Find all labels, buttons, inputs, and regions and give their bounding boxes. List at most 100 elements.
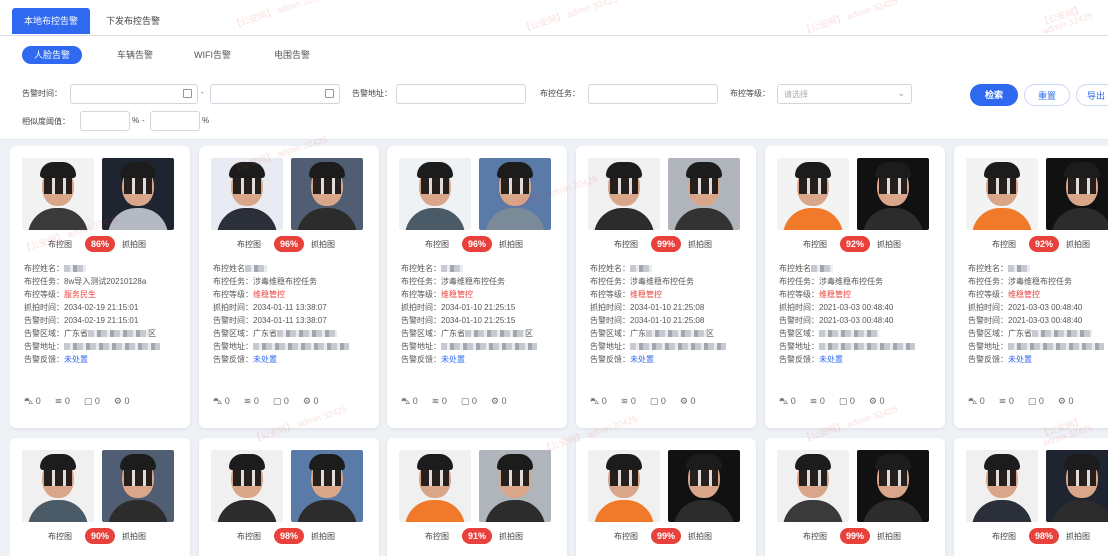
target-photo[interactable] — [777, 450, 849, 522]
target-photo[interactable] — [211, 450, 283, 522]
wifi-icon[interactable]: ≋ 0 — [999, 396, 1014, 407]
alarm-card[interactable]: 布控图 92% 抓拍图 布控姓名： 布控任务：涉毒维稳布控任务 布控等级：维稳管控 抓拍时间… — [954, 146, 1108, 428]
level-select[interactable]: 请选择 ⌄ — [777, 84, 912, 104]
alarm-card[interactable]: 布控图 99% 抓拍图 — [576, 438, 756, 556]
gear-icon[interactable]: ⚙ 0 — [491, 396, 507, 407]
capture-photo-label: 抓拍图 — [311, 532, 335, 541]
feedback-value: 未处置 — [253, 355, 277, 364]
capture-photo[interactable] — [668, 450, 740, 522]
task-input[interactable] — [588, 84, 718, 104]
region-suffix: 区 — [525, 329, 533, 338]
alarm-card[interactable]: 布控图 91% 抓拍图 — [387, 438, 567, 556]
gear-icon[interactable]: ⚙ 0 — [1058, 396, 1074, 407]
target-photo-label: 布控图 — [48, 240, 72, 249]
phone-icon[interactable]: ▢ 0 — [461, 396, 477, 407]
info-line: 告警地址： — [24, 340, 184, 353]
target-photo[interactable] — [966, 158, 1038, 230]
redacted-text — [245, 265, 267, 273]
feedback-value: 未处置 — [441, 355, 465, 364]
capture-photo[interactable] — [291, 450, 363, 522]
wifi-icon[interactable]: ≋ 0 — [432, 396, 447, 407]
wifi-icon[interactable]: ≋ 0 — [244, 396, 259, 407]
gear-icon[interactable]: ⚙ 0 — [869, 396, 885, 407]
target-photo[interactable] — [211, 158, 283, 230]
tab-issued-alarm[interactable]: 下发布控告警 — [94, 8, 172, 34]
reset-button[interactable]: 重置 — [1024, 84, 1070, 106]
count-value: 0 — [64, 396, 70, 406]
count-value: 0 — [790, 396, 796, 406]
search-button[interactable]: 检索 — [970, 84, 1018, 106]
car-icon[interactable]: ⛍ 0 — [401, 396, 418, 408]
tab-wifi-alarm[interactable]: WIFI告警 — [182, 46, 243, 64]
alarm-card[interactable]: 布控图 86% 抓拍图 布控姓名： 布控任务：8w导入测试20210128a 布控等级：服… — [10, 146, 190, 428]
alarm-card[interactable]: 布控图 98% 抓拍图 — [199, 438, 379, 556]
gear-icon[interactable]: ⚙ 0 — [680, 396, 696, 407]
capture-photo[interactable] — [291, 158, 363, 230]
alarm-end-date-input[interactable] — [210, 84, 340, 104]
target-photo[interactable] — [777, 158, 849, 230]
info-line: 布控任务：涉毒维稳布控任务 — [779, 275, 939, 288]
info-line: 告警地址： — [968, 340, 1108, 353]
alarm-card[interactable]: 布控图 96% 抓拍图 布控姓名 布控任务：涉毒维稳布控任务 布控等级：维稳管控 抓拍时间：… — [199, 146, 379, 428]
capture-photo[interactable] — [668, 158, 740, 230]
info-line: 布控等级：服务民生 — [24, 288, 184, 301]
capture-photo[interactable] — [1046, 450, 1108, 522]
task-value: 涉毒维稳布控任务 — [253, 277, 317, 286]
tab-fence-alarm[interactable]: 电围告警 — [262, 46, 322, 64]
capture-photo[interactable] — [1046, 158, 1108, 230]
alarm-start-date-input[interactable] — [70, 84, 198, 104]
info-line: 抓拍时间：2034-01-10 21:25:08 — [590, 301, 750, 314]
info-line: 告警地址： — [590, 340, 750, 353]
target-photo[interactable] — [588, 450, 660, 522]
alarm-card[interactable]: 布控图 92% 抓拍图 布控姓名 布控任务：涉毒维稳布控任务 布控等级：维稳管控 抓拍时间：… — [765, 146, 945, 428]
info-line: 告警反馈：未处置 — [401, 353, 561, 366]
phone-icon[interactable]: ▢ 0 — [273, 396, 289, 407]
target-photo[interactable] — [22, 450, 94, 522]
phone-icon[interactable]: ▢ 0 — [84, 396, 100, 407]
capture-photo[interactable] — [102, 450, 174, 522]
alarm-card[interactable]: 布控图 98% 抓拍图 — [954, 438, 1108, 556]
alarm-card[interactable]: 布控图 99% 抓拍图 — [765, 438, 945, 556]
phone-icon[interactable]: ▢ 0 — [650, 396, 666, 407]
info-line: 抓拍时间：2021-03-03 00:48:40 — [968, 301, 1108, 314]
car-icon[interactable]: ⛍ 0 — [213, 396, 230, 408]
address-label: 告警地址： — [213, 342, 253, 351]
alarm-address-input[interactable] — [396, 84, 526, 104]
similarity-min-input[interactable] — [80, 111, 130, 131]
calendar-icon — [183, 89, 192, 98]
tab-face-alarm[interactable]: 人脸告警 — [22, 46, 83, 64]
level-value: 服务民生 — [64, 290, 96, 299]
phone-icon[interactable]: ▢ 0 — [839, 396, 855, 407]
alarm-card[interactable]: 布控图 99% 抓拍图 布控姓名： 布控任务：涉毒维稳布控任务 布控等级：维稳管控 抓拍时间… — [576, 146, 756, 428]
capture-photo[interactable] — [479, 158, 551, 230]
target-photo[interactable] — [588, 158, 660, 230]
gear-icon[interactable]: ⚙ 0 — [303, 396, 319, 407]
car-icon[interactable]: ⛍ 0 — [590, 396, 607, 408]
info-line: 告警区域：广东省 — [213, 327, 373, 340]
car-icon[interactable]: ⛍ 0 — [968, 396, 985, 408]
export-button[interactable]: 导出 — [1076, 84, 1108, 106]
target-photo[interactable] — [966, 450, 1038, 522]
wifi-icon[interactable]: ≋ 0 — [810, 396, 825, 407]
wifi-icon[interactable]: ≋ 0 — [621, 396, 636, 407]
similarity-max-input[interactable] — [150, 111, 200, 131]
action-counts: ⛍ 0 ≋ 0 ▢ 0 ⚙ 0 — [779, 396, 939, 410]
car-icon[interactable]: ⛍ 0 — [24, 396, 41, 408]
capture-photo[interactable] — [102, 158, 174, 230]
tab-vehicle-alarm[interactable]: 车辆告警 — [105, 46, 165, 64]
capture-photo[interactable] — [479, 450, 551, 522]
target-photo[interactable] — [399, 450, 471, 522]
info-line: 告警反馈：未处置 — [779, 353, 939, 366]
target-photo[interactable] — [399, 158, 471, 230]
alarm-card[interactable]: 布控图 90% 抓拍图 — [10, 438, 190, 556]
tab-local-alarm[interactable]: 本地布控告警 — [12, 8, 91, 34]
target-photo[interactable] — [22, 158, 94, 230]
wifi-icon[interactable]: ≋ 0 — [55, 396, 70, 407]
car-icon[interactable]: ⛍ 0 — [779, 396, 796, 408]
capture-photo[interactable] — [857, 158, 929, 230]
alarm-card[interactable]: 布控图 96% 抓拍图 布控姓名： 布控任务：涉毒维稳布控任务 布控等级：维稳管控 抓拍时间… — [387, 146, 567, 428]
redacted-text — [819, 343, 915, 351]
gear-icon[interactable]: ⚙ 0 — [114, 396, 130, 407]
capture-photo[interactable] — [857, 450, 929, 522]
phone-icon[interactable]: ▢ 0 — [1028, 396, 1044, 407]
